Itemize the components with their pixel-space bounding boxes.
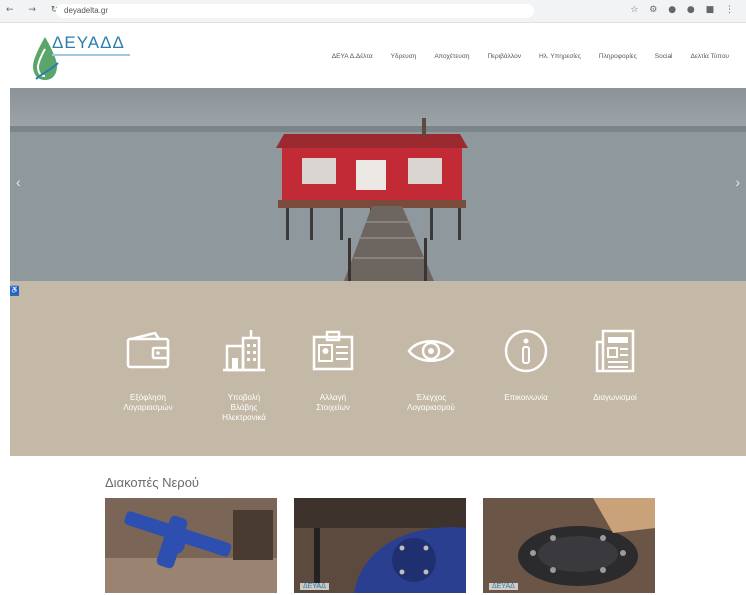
site-logo[interactable]: ΔΕΥΑΔΔ <box>30 33 130 83</box>
info-icon <box>504 329 548 373</box>
eye-icon <box>407 340 455 362</box>
logo-text: ΔΕΥΑΔΔ <box>52 33 125 52</box>
news-image-flange-bolts <box>483 498 655 593</box>
service-label: Εξόφληση Λογαριασμών <box>123 393 173 412</box>
browser-toolbar: ← → ↻ ⌂ deyadelta.gr ☆ ⚙ ● ● ■ ⋮ <box>0 0 746 23</box>
service-label: Έλεγχος Λογαριασμού <box>407 393 455 412</box>
service-change-details[interactable]: Αλλαγή Στοιχείων <box>293 323 373 413</box>
wallet-icon <box>126 331 170 369</box>
news-image-pipe-repair <box>105 498 277 593</box>
service-tenders[interactable]: Διαγωνισμοί <box>575 323 655 403</box>
service-label: Αλλαγή Στοιχείων <box>316 393 350 412</box>
service-label: Υποβολή Βλάβης Ηλεκτρονικά <box>222 393 266 422</box>
logo-underline <box>52 54 130 56</box>
id-card-icon <box>312 330 354 371</box>
menu-item-e-services[interactable]: Ηλ. Υπηρεσίες <box>530 53 590 60</box>
building-icon <box>223 330 265 372</box>
news-card[interactable]: ΔΕΥΑΔ <box>294 498 466 593</box>
service-label: Διαγωνισμοί <box>593 393 637 402</box>
newspaper-icon <box>595 329 635 373</box>
service-pay-bills[interactable]: Εξόφληση Λογαριασμών <box>108 323 188 413</box>
browser-extension-icons[interactable]: ☆ ⚙ ● ● ■ ⋮ <box>630 5 738 15</box>
menu-item-social[interactable]: Social <box>646 53 682 60</box>
menu-item-info[interactable]: Πληροφορίες <box>590 53 646 60</box>
menu-item-apoxeteusi[interactable]: Αποχέτευση <box>425 53 478 60</box>
slider-prev-arrow[interactable]: ‹ <box>16 174 21 190</box>
menu-item-press[interactable]: Δελτία Τύπου <box>682 53 738 60</box>
news-image-valve-install <box>294 498 466 593</box>
service-contact[interactable]: Επικοινωνία <box>486 323 566 403</box>
service-check-bill[interactable]: Έλεγχος Λογαριασμού <box>391 323 471 413</box>
hero-slider: ‹ › <box>10 88 746 281</box>
main-menu: ΔΕΥΑ Δ.Δέλτα Υδρευση Αποχέτευση Περιβάλλ… <box>323 53 738 60</box>
menu-item-ydreusi[interactable]: Υδρευση <box>382 53 426 60</box>
news-card[interactable]: ΔΕΥΑΔ <box>483 498 655 593</box>
news-card[interactable] <box>105 498 277 593</box>
slider-next-arrow[interactable]: › <box>735 174 740 190</box>
accessibility-icon[interactable]: ♿ <box>10 286 19 296</box>
service-report-fault[interactable]: Υποβολή Βλάβης Ηλεκτρονικά <box>204 323 284 423</box>
menu-item-deya[interactable]: ΔΕΥΑ Δ.Δέλτα <box>323 53 382 60</box>
address-bar[interactable]: deyadelta.gr <box>56 4 534 18</box>
section-title-water-cuts: Διακοπές Νερού <box>105 475 200 490</box>
hero-image-lake-hut <box>10 118 746 281</box>
service-label: Επικοινωνία <box>504 393 548 402</box>
services-band: Εξόφληση Λογαριασμών Υποβολή Βλάβης Ηλεκτρο… <box>10 281 746 456</box>
card-brand-label: ΔΕΥΑΔ <box>489 583 518 590</box>
site-header: ΔΕΥΑΔΔ ΔΕΥΑ Δ.Δέλτα Υδρευση Αποχέτευση Π… <box>0 23 746 85</box>
card-brand-label: ΔΕΥΑΔ <box>300 583 329 590</box>
menu-item-perivallon[interactable]: Περιβάλλον <box>478 53 530 60</box>
